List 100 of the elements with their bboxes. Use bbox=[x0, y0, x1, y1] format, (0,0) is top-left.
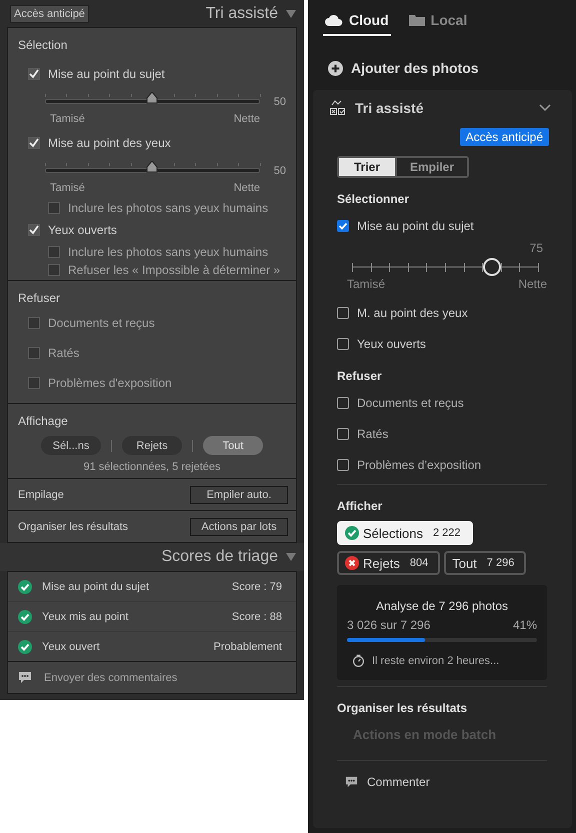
checkbox-label: Documents et reçus bbox=[357, 396, 464, 410]
checkbox[interactable] bbox=[28, 224, 40, 236]
progress-title: Analyse de 7 296 photos bbox=[374, 599, 510, 613]
filter-count: 7 296 bbox=[486, 557, 514, 569]
checkbox[interactable] bbox=[337, 338, 349, 350]
progress-percent: 41% bbox=[512, 618, 537, 632]
selection-summary: 91 sélectionnées, 5 rejetées bbox=[82, 460, 222, 475]
section-heading: Organiser les résultats bbox=[337, 701, 468, 715]
section-heading: Sélectionner bbox=[337, 192, 410, 206]
section-heading: Sélection bbox=[18, 37, 68, 54]
filter-label: Tout bbox=[452, 556, 477, 570]
checkbox-label: Yeux ouverts bbox=[48, 223, 117, 237]
filter-label: Rejets bbox=[363, 556, 400, 570]
tab[interactable]: Cloud bbox=[323, 12, 391, 36]
checkbox-label: Mise au point du sujet bbox=[357, 218, 474, 232]
collapse-triangle-icon[interactable] bbox=[286, 10, 296, 18]
speech-bubble-icon bbox=[18, 670, 32, 684]
cross-circle-icon bbox=[345, 556, 359, 570]
sort-icon bbox=[329, 99, 346, 116]
checkbox[interactable] bbox=[337, 220, 349, 232]
slider[interactable] bbox=[45, 92, 260, 104]
filter-pill[interactable]: Tout bbox=[203, 436, 263, 455]
early-access-badge: Accès anticipé bbox=[10, 4, 89, 22]
slider-max-label: Nette bbox=[518, 277, 547, 291]
checkbox-label: M. au point des yeux bbox=[357, 306, 468, 320]
checkbox-label: Inclure les photos sans yeux humains bbox=[68, 201, 268, 215]
comment-link[interactable]: Commenter bbox=[367, 775, 430, 789]
filter-count: 2 222 bbox=[432, 527, 461, 539]
filter-label: Sélections bbox=[363, 526, 423, 540]
early-access-badge: Accès anticipé bbox=[460, 128, 549, 146]
checkbox[interactable] bbox=[28, 317, 40, 329]
checkbox[interactable] bbox=[28, 68, 40, 80]
checkbox[interactable] bbox=[48, 202, 60, 214]
slider-min-label: Tamisé bbox=[347, 277, 386, 291]
checkbox[interactable] bbox=[48, 264, 60, 276]
filter-chip[interactable]: Sélections 2 222 bbox=[337, 521, 473, 545]
checkbox[interactable] bbox=[48, 246, 60, 258]
slider-max-label: Nette bbox=[234, 113, 260, 125]
check-circle-icon bbox=[345, 526, 359, 540]
filter-count: 804 bbox=[410, 557, 428, 569]
checkbox-label: Ratés bbox=[357, 426, 388, 440]
section-heading: Affichage bbox=[18, 413, 69, 430]
slider-value: 75 bbox=[528, 241, 543, 255]
checkbox-label: Refuser les « Impossible à déterminer » bbox=[68, 263, 280, 277]
checkbox-label: Yeux ouverts bbox=[357, 336, 426, 350]
progress-count: 3 026 sur 7 296 bbox=[347, 618, 430, 632]
filter-pill[interactable]: Sél...ns bbox=[41, 436, 101, 455]
score-label: Mise au point du sujet bbox=[42, 580, 150, 592]
checkbox-label: Ratés bbox=[48, 346, 80, 360]
checkbox[interactable] bbox=[28, 137, 40, 149]
section-heading: Afficher bbox=[337, 499, 384, 513]
checkbox-label: Problèmes d’exposition bbox=[357, 458, 482, 472]
time-remaining: Il reste environ 2 heures... bbox=[372, 654, 500, 666]
section-label: Organiser les résultats bbox=[18, 520, 128, 532]
checkbox[interactable] bbox=[337, 306, 349, 318]
section-label: Empilage bbox=[18, 488, 64, 500]
checkbox[interactable] bbox=[337, 428, 349, 440]
mode-toggle[interactable]: Empiler bbox=[395, 158, 467, 176]
filter-pill[interactable]: Rejets bbox=[122, 436, 182, 455]
filter-chip[interactable]: Rejets 804 bbox=[337, 551, 440, 575]
batch-actions-button[interactable]: Actions par lots bbox=[190, 518, 288, 536]
slider-max-label: Nette bbox=[234, 182, 260, 194]
checkbox[interactable] bbox=[337, 458, 349, 470]
checkbox-label: Inclure les photos sans yeux humains bbox=[68, 245, 268, 259]
stopwatch-icon bbox=[352, 654, 365, 667]
slider-thumb[interactable] bbox=[146, 92, 158, 104]
section-title: Tri assisté bbox=[355, 100, 424, 116]
folder-icon bbox=[408, 14, 425, 26]
checkbox[interactable] bbox=[28, 377, 40, 389]
slider-thumb[interactable] bbox=[146, 160, 158, 172]
chevron-icon[interactable] bbox=[539, 104, 551, 112]
collapse-triangle-icon[interactable] bbox=[286, 553, 296, 561]
auto-stack-button[interactable]: Empiler auto. bbox=[190, 486, 288, 504]
checkbox-label: Mise au point du sujet bbox=[48, 67, 165, 81]
mode-toggle[interactable]: Trier bbox=[339, 158, 395, 176]
section-heading: Refuser bbox=[337, 369, 383, 383]
checkbox[interactable] bbox=[337, 396, 349, 408]
add-photos-button[interactable]: Ajouter des photos bbox=[308, 36, 576, 90]
cloud-icon bbox=[325, 14, 343, 26]
feedback-link[interactable]: Envoyer des commentaires bbox=[44, 672, 178, 684]
checkbox-label: Mise au point des yeux bbox=[48, 136, 171, 150]
tab[interactable]: Local bbox=[406, 12, 470, 36]
slider-min-label: Tamisé bbox=[50, 182, 85, 194]
score-label: Yeux ouvert bbox=[42, 640, 101, 652]
panel-title: Scores de triage bbox=[161, 548, 278, 566]
checkbox-label: Problèmes d'exposition bbox=[48, 376, 172, 390]
plus-circle-icon bbox=[328, 60, 343, 76]
slider-value: 50 bbox=[274, 96, 286, 108]
filter-chip[interactable]: Tout 7 296 bbox=[444, 551, 526, 575]
checkbox[interactable] bbox=[28, 347, 40, 359]
slider-value: 50 bbox=[274, 165, 286, 177]
speech-bubble-icon bbox=[345, 776, 358, 788]
panel-title: Tri assisté bbox=[206, 4, 278, 22]
score-value: Probablement bbox=[214, 640, 282, 652]
score-value: Score : 79 bbox=[232, 580, 282, 592]
slider-min-label: Tamisé bbox=[50, 113, 85, 125]
checkbox-label: Documents et reçus bbox=[48, 316, 155, 330]
score-label: Yeux mis au point bbox=[42, 610, 130, 622]
slider[interactable] bbox=[45, 160, 260, 174]
section-heading: Refuser bbox=[18, 290, 62, 307]
